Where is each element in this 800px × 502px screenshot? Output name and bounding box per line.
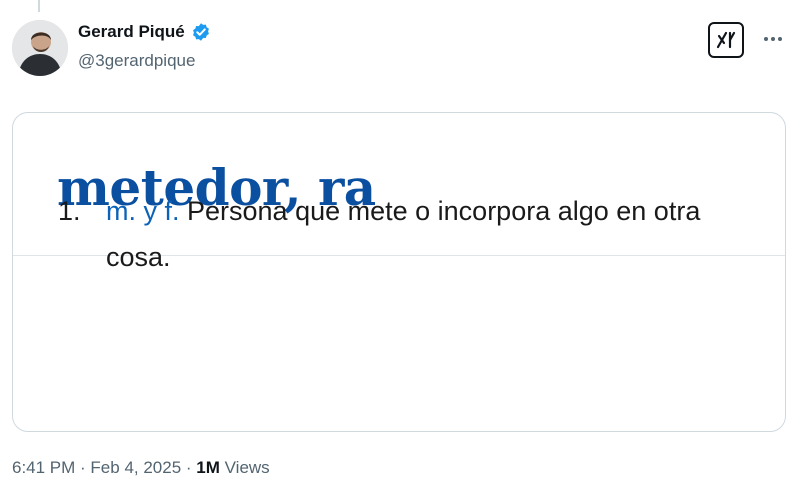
grok-button[interactable] [708,22,744,58]
tweet-metadata: 6:41 PM · Feb 4, 2025 · 1M Views [12,458,270,478]
verified-badge-icon [192,23,209,41]
tweet-date[interactable]: Feb 4, 2025 [90,458,181,477]
grok-icon [716,31,736,49]
author-handle[interactable]: @3gerardpique [78,51,195,71]
definition-text: Persona que mete o incorpora algo en otr… [106,196,701,272]
avatar[interactable] [12,20,68,76]
definition-body: m. y f. Persona que mete o incorpora alg… [106,188,738,280]
tweet-time[interactable]: 6:41 PM [12,458,75,477]
separator-dot: · [75,458,91,477]
author-display-name-row[interactable]: Gerard Piqué [78,22,211,42]
definition-number: 1. [58,196,81,226]
views-count[interactable]: 1M [196,458,220,477]
avatar-image [12,20,68,76]
grammar-abbreviation: m. y f. [106,196,180,226]
more-options-button[interactable] [760,28,786,50]
separator-dot: · [181,458,197,477]
more-horizontal-icon [764,37,782,41]
views-label: Views [219,458,270,477]
definition-entry: 1. m. y f. Persona que mete o incorpora … [58,188,738,280]
thread-connector-line [38,0,40,12]
author-display-name[interactable]: Gerard Piqué [78,22,185,42]
